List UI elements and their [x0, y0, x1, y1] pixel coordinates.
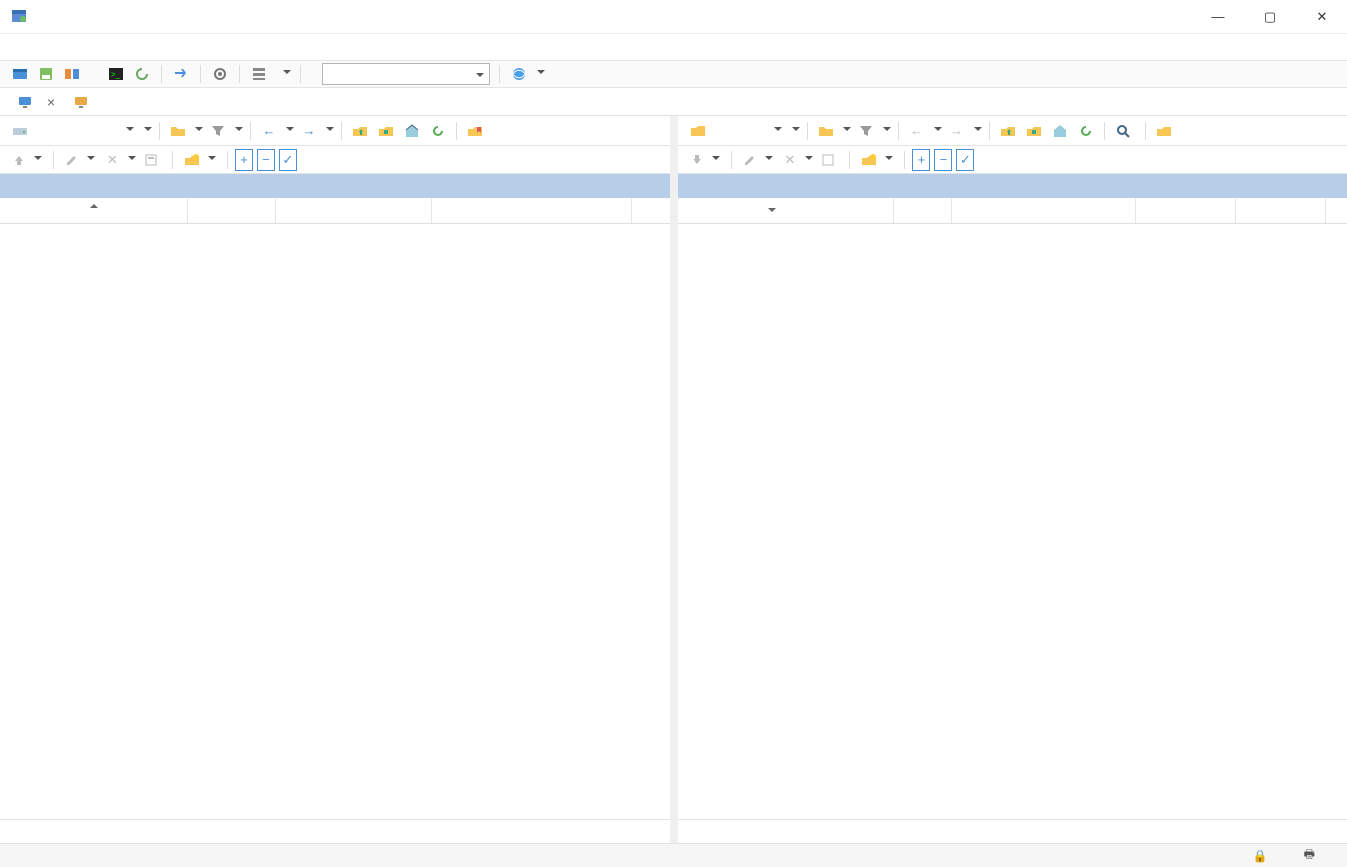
- bookmark-icon[interactable]: [464, 121, 486, 141]
- app-icon: [10, 8, 28, 26]
- chevron-down-icon[interactable]: [792, 127, 800, 135]
- session-icon[interactable]: [10, 64, 30, 84]
- separator: [300, 65, 301, 83]
- edit-button[interactable]: [61, 149, 99, 171]
- col-size[interactable]: [894, 198, 952, 223]
- col-type[interactable]: [276, 198, 432, 223]
- separator: [200, 65, 201, 83]
- remote-drive-combo[interactable]: [686, 120, 786, 142]
- titlebar: — ▢ ✕: [0, 0, 1347, 34]
- new-button[interactable]: [857, 149, 897, 171]
- local-path: [0, 174, 670, 198]
- chevron-down-icon[interactable]: [283, 70, 291, 78]
- root-folder-icon[interactable]: [375, 121, 397, 141]
- save-icon[interactable]: [36, 64, 56, 84]
- svg-text:>_: >_: [111, 70, 121, 79]
- remote-pane: ← → ✕ + − ✓: [678, 116, 1347, 843]
- gear-icon[interactable]: [210, 64, 230, 84]
- open-folder-icon[interactable]: [815, 121, 837, 141]
- delete-button[interactable]: ✕: [781, 149, 800, 171]
- local-oprow: ✕ + − ✓: [0, 146, 670, 174]
- monitor-icon: [73, 94, 89, 110]
- local-status: [0, 819, 670, 843]
- upload-button[interactable]: [8, 149, 46, 171]
- checkall-button[interactable]: ✓: [956, 149, 974, 171]
- new-button[interactable]: [180, 149, 220, 171]
- local-drive-combo[interactable]: [8, 120, 138, 142]
- close-icon[interactable]: ×: [47, 95, 55, 109]
- minus-button[interactable]: −: [934, 149, 952, 171]
- col-date[interactable]: [952, 198, 1136, 223]
- maximize-button[interactable]: ▢: [1255, 9, 1285, 25]
- bookmark-icon[interactable]: [1153, 121, 1175, 141]
- back-icon[interactable]: ←: [258, 121, 280, 141]
- forward-icon[interactable]: →: [946, 121, 968, 141]
- separator: [161, 65, 162, 83]
- printer-icon: 🖶: [1304, 845, 1315, 866]
- close-button[interactable]: ✕: [1307, 9, 1337, 25]
- local-header: [0, 198, 670, 224]
- tab-active-session[interactable]: ×: [8, 90, 64, 114]
- filter-icon[interactable]: [855, 121, 877, 141]
- chevron-down-icon[interactable]: [537, 70, 545, 78]
- transfer-icon[interactable]: [171, 64, 191, 84]
- col-name[interactable]: [0, 198, 188, 223]
- local-navrow: ← →: [0, 116, 670, 146]
- find-icon[interactable]: [1112, 121, 1134, 141]
- col-name[interactable]: [678, 198, 894, 223]
- edit-button[interactable]: [739, 149, 777, 171]
- refresh-icon[interactable]: [1075, 121, 1097, 141]
- tab-new-session[interactable]: [64, 90, 104, 114]
- transfer-options-combo[interactable]: [322, 63, 490, 85]
- plus-button[interactable]: +: [235, 149, 253, 171]
- parent-folder-icon[interactable]: [997, 121, 1019, 141]
- lock-icon: 🔒: [1253, 849, 1268, 863]
- col-perm[interactable]: [1136, 198, 1236, 223]
- properties-button[interactable]: [817, 149, 842, 171]
- browser-icon[interactable]: [509, 64, 529, 84]
- back-icon[interactable]: ←: [906, 121, 928, 141]
- minus-button[interactable]: −: [257, 149, 275, 171]
- compare-icon[interactable]: [62, 64, 82, 84]
- remote-header: [678, 198, 1347, 224]
- delete-button[interactable]: ✕: [103, 149, 122, 171]
- local-pane: ← → ✕ + − ✓: [0, 116, 670, 843]
- forward-icon[interactable]: →: [298, 121, 320, 141]
- folder-icon: [690, 124, 706, 138]
- monitor-icon: [17, 94, 33, 110]
- chevron-down-icon[interactable]: [144, 127, 152, 135]
- checkall-button[interactable]: ✓: [279, 149, 297, 171]
- col-size[interactable]: [188, 198, 276, 223]
- col-own[interactable]: [1236, 198, 1326, 223]
- remote-oprow: ✕ + − ✓: [678, 146, 1347, 174]
- home-icon[interactable]: [401, 121, 423, 141]
- separator: [239, 65, 240, 83]
- separator: [499, 65, 500, 83]
- session-tabs: ×: [0, 88, 1347, 116]
- refresh-icon[interactable]: [427, 121, 449, 141]
- splitter[interactable]: [670, 116, 678, 843]
- properties-button[interactable]: [140, 149, 165, 171]
- home-icon[interactable]: [1049, 121, 1071, 141]
- main-toolbar: >_: [0, 60, 1347, 88]
- filter-icon[interactable]: [207, 121, 229, 141]
- open-folder-icon[interactable]: [167, 121, 189, 141]
- queue-icon[interactable]: [249, 64, 269, 84]
- refresh-both-icon[interactable]: [132, 64, 152, 84]
- download-button[interactable]: [686, 149, 724, 171]
- minimize-button[interactable]: —: [1203, 9, 1233, 25]
- root-folder-icon[interactable]: [1023, 121, 1045, 141]
- menubar: [0, 34, 1347, 60]
- remote-navrow: ← →: [678, 116, 1347, 146]
- terminal-icon[interactable]: >_: [106, 64, 126, 84]
- bottom-statusbar: 🔒 🖶: [0, 843, 1347, 867]
- parent-folder-icon[interactable]: [349, 121, 371, 141]
- remote-status: [678, 819, 1347, 843]
- remote-path: [678, 174, 1347, 198]
- plus-button[interactable]: +: [912, 149, 930, 171]
- disk-icon: [12, 124, 28, 138]
- local-filelist[interactable]: [0, 224, 670, 819]
- remote-filelist[interactable]: [678, 224, 1347, 819]
- col-date[interactable]: [432, 198, 632, 223]
